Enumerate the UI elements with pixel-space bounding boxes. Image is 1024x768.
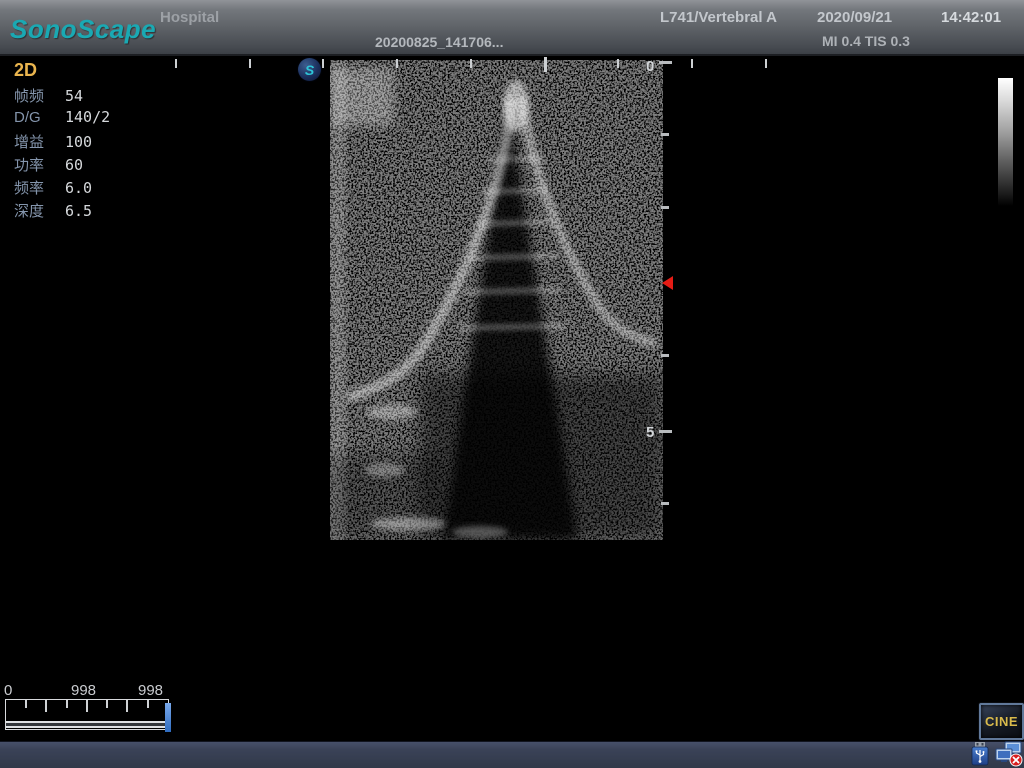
depth-tick-minor (661, 133, 669, 136)
ruler-tick (249, 59, 251, 68)
ruler-tick (322, 59, 324, 68)
ruler-tick (396, 59, 398, 68)
param-label: 功率 (14, 154, 65, 175)
param-value: 6.5 (65, 202, 92, 220)
sonoscape-logo: SonoScape (10, 14, 156, 45)
param-row-dg: D/G140/2 (14, 108, 164, 131)
ultrasound-image (330, 60, 663, 540)
param-value: 60 (65, 156, 83, 174)
param-row-power: 功率60 (14, 154, 164, 177)
param-label: 频率 (14, 177, 65, 198)
depth-tick-major (659, 430, 672, 433)
cine-tick (126, 700, 128, 712)
param-label: 帧频 (14, 85, 65, 106)
cine-tick (45, 700, 47, 712)
cine-button[interactable]: CINE (979, 703, 1024, 740)
ruler-tick (175, 59, 177, 68)
time-display: 14:42:01 (941, 9, 1001, 26)
param-value: 140/2 (65, 108, 110, 126)
acoustic-indices: MI 0.4 TIS 0.3 (822, 33, 910, 49)
taskbar (0, 741, 1024, 768)
grayscale-bar (998, 78, 1013, 206)
param-row-depth: 深度6.5 (14, 200, 164, 223)
probe-mark-letter: S (305, 63, 314, 77)
ruler-tick (765, 59, 767, 68)
cine-tick (106, 700, 108, 708)
ruler-tick (691, 59, 693, 68)
cine-start-frame: 0 (4, 682, 12, 699)
ultrasound-screen: SonoScape Hospital 20200825_141706... L7… (0, 0, 1024, 768)
focus-position-marker[interactable] (662, 276, 673, 290)
date-display: 2020/09/21 (817, 9, 892, 26)
cine-current-frame: 998 (71, 682, 96, 699)
param-label: 增益 (14, 131, 65, 152)
exam-id: 20200825_141706... (375, 34, 503, 50)
mode-label: 2D (14, 60, 164, 85)
cine-tick (147, 700, 149, 708)
cine-position-indicator[interactable] (165, 703, 171, 732)
depth-tick-minor (661, 502, 669, 505)
depth-label-5: 5 (646, 424, 654, 441)
ultrasound-render (330, 60, 663, 540)
cine-tick (86, 700, 88, 712)
param-value: 54 (65, 87, 83, 105)
cine-total-frames: 998 (138, 682, 163, 699)
network-disconnected-icon[interactable] (994, 741, 1023, 768)
param-value: 6.0 (65, 179, 92, 197)
param-row-gain: 增益100 (14, 131, 164, 154)
depth-tick-minor (661, 354, 669, 357)
ruler-tick (617, 59, 619, 68)
ruler-center-tick (544, 57, 547, 72)
param-row-framerate: 帧频54 (14, 85, 164, 108)
param-label: D/G (14, 109, 65, 126)
cine-button-label: CINE (985, 714, 1018, 729)
parameter-panel: 2D 帧频54 D/G140/2 增益100 功率60 频率6.0 深度6.5 (14, 60, 164, 223)
cine-scrubber-track[interactable] (5, 699, 169, 730)
depth-tick-major (659, 61, 672, 64)
ruler-tick (470, 59, 472, 68)
depth-label-0: 0 (646, 58, 654, 75)
param-label: 深度 (14, 200, 65, 221)
cine-tick (66, 700, 68, 708)
hospital-name: Hospital (160, 9, 219, 26)
param-row-frequency: 频率6.0 (14, 177, 164, 200)
cine-tick (25, 700, 27, 708)
probe-orientation-mark: S (298, 58, 321, 81)
top-bar: SonoScape Hospital 20200825_141706... L7… (0, 0, 1024, 56)
cine-track-line (6, 721, 168, 728)
usb-icon[interactable] (971, 742, 989, 768)
depth-tick-minor (661, 206, 669, 209)
param-value: 100 (65, 133, 92, 151)
probe-preset: L741/Vertebral A (660, 9, 777, 26)
